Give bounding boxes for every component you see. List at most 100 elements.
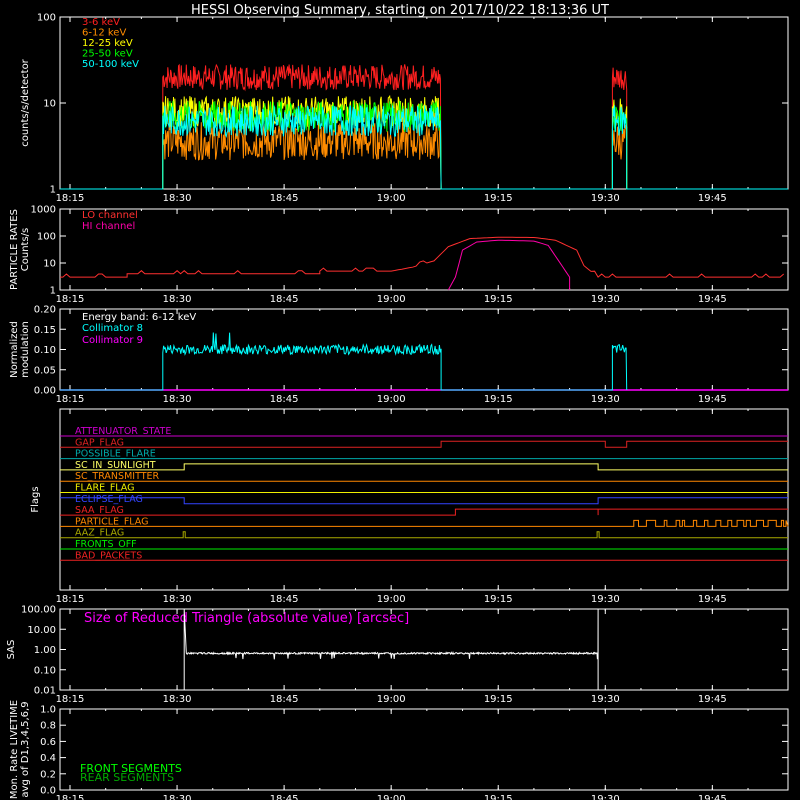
x-tick-label: 19:45	[698, 694, 727, 705]
y-tick-label: 0.8	[40, 721, 56, 732]
y-axis-label: avg of D1,3,4,5,6,9	[20, 701, 31, 797]
x-tick-label: 18:15	[56, 193, 85, 204]
y-axis-label: Flags	[30, 486, 41, 512]
y-tick-label: 100	[37, 232, 56, 243]
flag-label-sc-in-sunlight: SC_IN_SUNLIGHT	[75, 460, 156, 471]
panel-2-frame	[59, 208, 789, 291]
y-tick-label: 100.00	[21, 605, 56, 616]
y-axis-label: modulation	[20, 321, 31, 378]
y-tick-label: 0.10	[34, 665, 56, 676]
legend-12-25: 12-25 keV	[82, 38, 133, 49]
y-tick-label: 0.4	[40, 753, 56, 764]
x-tick-label: 19:45	[698, 193, 727, 204]
flag-line-eclipse-flag	[60, 497, 788, 505]
x-tick-label: 19:15	[484, 294, 513, 305]
x-tick-label: 19:15	[484, 594, 513, 605]
x-tick-label: 18:45	[270, 794, 299, 800]
x-tick-label: 19:45	[698, 394, 727, 405]
flag-label-flare-flag: FLARE_FLAG	[75, 483, 135, 494]
x-tick-label: 19:45	[698, 294, 727, 305]
y-tick-label: 100	[37, 13, 56, 24]
legend-coll9: Collimator 9	[82, 335, 143, 346]
panel-6: 18:15 18:30 18:45 19:00 19:15 19:30 19:45 0.0 0.…	[9, 700, 789, 800]
legend-coll8: Collimator 8	[82, 323, 143, 334]
x-tick-label: 19:15	[484, 193, 513, 204]
y-axis-label: Normalized	[9, 321, 20, 378]
x-tick-label: 19:45	[698, 794, 727, 800]
x-tick-label: 18:30	[163, 694, 192, 705]
series-coll8-line	[60, 332, 628, 391]
x-tick-label: 18:15	[56, 594, 85, 605]
y-tick-label: 1.00	[34, 645, 56, 656]
y-tick-label: 0.15	[34, 325, 56, 336]
flag-label-gap-flag: GAP_FLAG	[75, 437, 124, 448]
panel-3: 18:15 18:30 18:45 19:00 19:15 19:30 19:45 0.00 0…	[9, 305, 789, 405]
x-tick-label: 18:45	[270, 193, 299, 204]
y-axis-label: counts/s/detector	[20, 58, 31, 146]
series-hi-line	[447, 239, 571, 291]
legend-3-6: 3-6 keV	[82, 17, 120, 28]
flag-label-aaz-flag: AAZ_FLAG	[75, 528, 124, 539]
y-tick-label: 0.6	[40, 737, 56, 748]
y-tick-label: 10	[43, 259, 56, 270]
y-tick-label: 1000	[31, 205, 56, 216]
flag-label-bad-packets: BAD_PACKETS	[75, 550, 142, 561]
x-tick-label: 18:45	[270, 394, 299, 405]
y-axis-label: PARTICLE RATES	[9, 209, 20, 290]
y-axis-label: SAS	[6, 640, 17, 660]
x-tick-label: 19:30	[591, 794, 620, 800]
y-tick-label: 0.01	[34, 686, 56, 697]
x-tick-label: 18:15	[56, 394, 85, 405]
legend-6-12: 6-12 keV	[82, 28, 126, 39]
y-tick-label: 0.20	[34, 305, 56, 316]
flag-label-saa-flag: SAA_FLAG	[75, 505, 124, 516]
panel-5: 18:15 18:30 18:45 19:00 19:15 19:30 19:45 0.01 0…	[6, 605, 789, 705]
x-tick-label: 18:30	[163, 794, 192, 800]
y-tick-label: 0.00	[34, 386, 56, 397]
y-tick-label: 0.0	[40, 786, 56, 797]
y-tick-label: 1.0	[40, 705, 56, 716]
y-tick-label: 10	[43, 99, 56, 110]
flag-label-possible-flare: POSSIBLE_FLARE	[75, 449, 156, 460]
x-tick-label: 18:45	[270, 294, 299, 305]
legend-25-50: 25-50 keV	[82, 49, 133, 60]
x-tick-label: 19:00	[377, 594, 406, 605]
flag-line-aaz-flag	[60, 531, 788, 539]
x-tick-label: 18:15	[56, 794, 85, 800]
x-tick-label: 19:00	[377, 794, 406, 800]
flag-label-eclipse-flag: ECLIPSE_FLAG	[75, 494, 143, 505]
x-tick-label: 19:30	[591, 394, 620, 405]
legend-50-100: 50-100 keV	[82, 59, 139, 70]
x-tick-label: 18:30	[163, 594, 192, 605]
x-tick-label: 19:45	[698, 594, 727, 605]
y-tick-label: 10.00	[27, 625, 56, 636]
x-tick-label: 19:00	[377, 394, 406, 405]
figure-title: HESSI Observing Summary, starting on 201…	[191, 3, 609, 18]
flag-line-gap-flag	[60, 440, 788, 448]
x-tick-label: 18:30	[163, 394, 192, 405]
y-axis-label: Counts/s	[20, 228, 31, 272]
flag-label-fronts-off: FRONTS_OFF	[75, 539, 137, 550]
x-tick-label: 18:30	[163, 193, 192, 204]
hessi-summary-figure: HESSI Observing Summary, starting on 201…	[6, 3, 789, 800]
panel-1: 18:15 18:30 18:45 19:00 19:15 19:30 19:45 1 10 10…	[20, 13, 789, 204]
y-tick-label: 0.2	[40, 769, 56, 780]
panel-4: 18:15 18:30 18:45 19:00 19:15 19:30 19:45 Flags…	[30, 408, 789, 605]
x-tick-label: 18:15	[56, 694, 85, 705]
x-tick-label: 18:30	[163, 294, 192, 305]
legend-hi: HI channel	[82, 221, 135, 232]
x-tick-label: 18:45	[270, 594, 299, 605]
legend-lo: LO channel	[82, 210, 138, 221]
flag-label-particle-flag: PARTICLE_FLAG	[75, 516, 148, 527]
x-tick-label: 19:30	[591, 294, 620, 305]
x-tick-label: 19:15	[484, 794, 513, 800]
x-tick-label: 19:15	[484, 694, 513, 705]
panel-2: 18:15 18:30 18:45 19:00 19:15 19:30 19:45 1 10 10…	[9, 205, 789, 305]
x-tick-label: 19:00	[377, 694, 406, 705]
y-tick-label: 1	[50, 185, 56, 196]
flag-line-sc-in-sunlight	[60, 463, 788, 471]
series-lo-line	[60, 236, 785, 278]
y-tick-label: 1	[50, 286, 56, 297]
x-tick-label: 19:15	[484, 394, 513, 405]
flag-label-sc-transmitter: SC_TRANSMITTER	[75, 471, 160, 482]
